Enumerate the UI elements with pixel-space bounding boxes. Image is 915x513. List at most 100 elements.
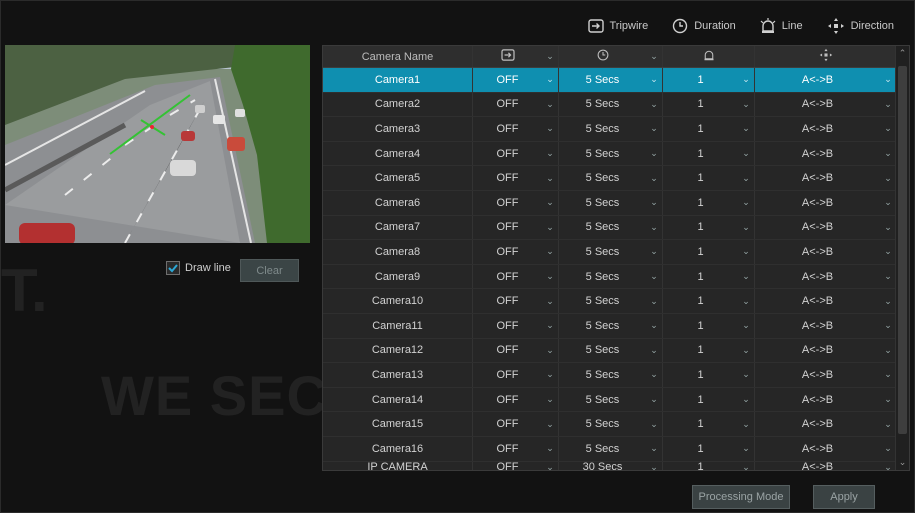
tripwire-select[interactable]: OFF ⌄: [473, 215, 559, 240]
line-select[interactable]: 1 ⌄: [663, 92, 755, 117]
line-select[interactable]: 1 ⌄: [663, 141, 755, 166]
tripwire-select[interactable]: OFF ⌄: [473, 264, 559, 289]
direction-select[interactable]: A<->B ⌄: [755, 339, 896, 363]
tripwire-select[interactable]: OFF ⌄: [473, 141, 559, 166]
line-select[interactable]: 1 ⌄: [663, 363, 755, 387]
duration-select[interactable]: 5 Secs ⌄: [559, 68, 663, 92]
duration-select[interactable]: 5 Secs ⌄: [559, 289, 663, 313]
duration-select[interactable]: 5 Secs ⌄: [559, 166, 663, 190]
direction-select[interactable]: A<->B ⌄: [755, 437, 896, 461]
direction-select[interactable]: A<->B ⌄: [755, 68, 896, 92]
direction-select[interactable]: A<->B ⌄: [755, 166, 896, 190]
header-camera-name[interactable]: Camera Name: [323, 46, 473, 67]
duration-select[interactable]: 5 Secs ⌄: [559, 264, 663, 289]
table-row[interactable]: Camera2 OFF ⌄ 5 Secs ⌄ 1 ⌄ A<->B ⌄: [323, 92, 909, 118]
direction-select[interactable]: A<->B ⌄: [755, 191, 896, 215]
tripwire-select[interactable]: OFF ⌄: [473, 289, 559, 313]
tripwire-select[interactable]: OFF ⌄: [473, 190, 559, 215]
tripwire-select[interactable]: OFF ⌄: [473, 68, 559, 92]
line-select[interactable]: 1 ⌄: [663, 289, 755, 313]
table-row[interactable]: Camera13 OFF ⌄ 5 Secs ⌄ 1 ⌄ A<->B ⌄: [323, 363, 909, 388]
table-row[interactable]: Camera1 OFF ⌄ 5 Secs ⌄ 1 ⌄ A<->B ⌄: [323, 68, 909, 93]
tripwire-select[interactable]: OFF ⌄: [473, 387, 559, 412]
processing-mode-button[interactable]: Processing Mode: [692, 485, 790, 509]
direction-select[interactable]: A<->B ⌄: [755, 388, 896, 412]
tripwire-select[interactable]: OFF ⌄: [473, 240, 559, 264]
table-row[interactable]: Camera5 OFF ⌄ 5 Secs ⌄ 1 ⌄ A<->B ⌄: [323, 166, 909, 191]
header-line[interactable]: [663, 46, 755, 67]
table-row[interactable]: Camera7 OFF ⌄ 5 Secs ⌄ 1 ⌄ A<->B ⌄: [323, 215, 909, 241]
duration-select[interactable]: 30 Secs ⌄: [559, 461, 663, 470]
header-tripwire[interactable]: ⌄: [473, 46, 559, 67]
line-select[interactable]: 1 ⌄: [663, 338, 755, 363]
table-scrollbar[interactable]: ⌃ ⌄: [895, 46, 909, 470]
duration-select[interactable]: 5 Secs ⌄: [559, 215, 663, 240]
header-duration[interactable]: ⌄: [559, 46, 663, 67]
scroll-down-icon[interactable]: ⌄: [897, 457, 908, 468]
table-row[interactable]: Camera3 OFF ⌄ 5 Secs ⌄ 1 ⌄ A<->B ⌄: [323, 117, 909, 142]
table-row[interactable]: Camera11 OFF ⌄ 5 Secs ⌄ 1 ⌄ A<->B ⌄: [323, 313, 909, 339]
tripwire-select[interactable]: OFF ⌄: [473, 117, 559, 141]
duration-select[interactable]: 5 Secs ⌄: [559, 190, 663, 215]
tripwire-select[interactable]: OFF ⌄: [473, 92, 559, 117]
table-row[interactable]: Camera9 OFF ⌄ 5 Secs ⌄ 1 ⌄ A<->B ⌄: [323, 264, 909, 290]
line-select[interactable]: 1 ⌄: [663, 117, 755, 141]
tripwire-select[interactable]: OFF ⌄: [473, 338, 559, 363]
tripwire-select[interactable]: OFF ⌄: [473, 166, 559, 190]
tripwire-select[interactable]: OFF ⌄: [473, 436, 559, 461]
clear-button[interactable]: Clear: [240, 259, 299, 282]
duration-select[interactable]: 5 Secs ⌄: [559, 387, 663, 412]
line-select[interactable]: 1 ⌄: [663, 461, 755, 470]
duration-select[interactable]: 5 Secs ⌄: [559, 117, 663, 141]
direction-select[interactable]: A<->B ⌄: [755, 240, 896, 264]
scrollbar-thumb[interactable]: [898, 66, 907, 434]
direction-select[interactable]: A<->B ⌄: [755, 265, 896, 289]
direction-select[interactable]: A<->B ⌄: [755, 289, 896, 313]
line-select[interactable]: 1 ⌄: [663, 215, 755, 240]
table-row[interactable]: IP CAMERA OFF ⌄ 30 Secs ⌄ 1 ⌄ A<->B ⌄: [323, 461, 909, 471]
direction-select[interactable]: A<->B ⌄: [755, 412, 896, 436]
table-row[interactable]: Camera4 OFF ⌄ 5 Secs ⌄ 1 ⌄ A<->B ⌄: [323, 141, 909, 167]
direction-select[interactable]: A<->B ⌄: [755, 93, 896, 117]
duration-select[interactable]: 5 Secs ⌄: [559, 363, 663, 387]
duration-select[interactable]: 5 Secs ⌄: [559, 92, 663, 117]
table-row[interactable]: Camera10 OFF ⌄ 5 Secs ⌄ 1 ⌄ A<->B ⌄: [323, 289, 909, 314]
line-select[interactable]: 1 ⌄: [663, 412, 755, 436]
line-select[interactable]: 1 ⌄: [663, 190, 755, 215]
direction-select[interactable]: A<->B ⌄: [755, 363, 896, 387]
table-row[interactable]: Camera6 OFF ⌄ 5 Secs ⌄ 1 ⌄ A<->B ⌄: [323, 190, 909, 216]
line-select[interactable]: 1 ⌄: [663, 387, 755, 412]
tripwire-select[interactable]: OFF ⌄: [473, 461, 559, 470]
line-select[interactable]: 1 ⌄: [663, 264, 755, 289]
table-row[interactable]: Camera8 OFF ⌄ 5 Secs ⌄ 1 ⌄ A<->B ⌄: [323, 240, 909, 265]
line-select[interactable]: 1 ⌄: [663, 68, 755, 92]
duration-select[interactable]: 5 Secs ⌄: [559, 412, 663, 436]
apply-button[interactable]: Apply: [813, 485, 875, 509]
line-select[interactable]: 1 ⌄: [663, 166, 755, 190]
duration-select[interactable]: 5 Secs ⌄: [559, 240, 663, 264]
tripwire-select[interactable]: OFF ⌄: [473, 313, 559, 338]
camera-preview[interactable]: [5, 45, 310, 243]
table-row[interactable]: Camera14 OFF ⌄ 5 Secs ⌄ 1 ⌄ A<->B ⌄: [323, 387, 909, 413]
direction-select[interactable]: A<->B ⌄: [755, 142, 896, 166]
draw-line-toggle[interactable]: Draw line: [166, 261, 231, 275]
table-row[interactable]: Camera12 OFF ⌄ 5 Secs ⌄ 1 ⌄ A<->B ⌄: [323, 338, 909, 364]
scroll-up-icon[interactable]: ⌃: [897, 48, 908, 59]
direction-select[interactable]: A<->B ⌄: [755, 462, 896, 471]
direction-select[interactable]: A<->B ⌄: [755, 216, 896, 240]
duration-select[interactable]: 5 Secs ⌄: [559, 313, 663, 338]
duration-select[interactable]: 5 Secs ⌄: [559, 436, 663, 461]
line-select[interactable]: 1 ⌄: [663, 313, 755, 338]
line-select[interactable]: 1 ⌄: [663, 240, 755, 264]
table-row[interactable]: Camera15 OFF ⌄ 5 Secs ⌄ 1 ⌄ A<->B ⌄: [323, 412, 909, 437]
draw-line-checkbox[interactable]: [166, 261, 180, 275]
direction-select[interactable]: A<->B ⌄: [755, 314, 896, 338]
direction-select[interactable]: A<->B ⌄: [755, 117, 896, 141]
tripwire-select[interactable]: OFF ⌄: [473, 363, 559, 387]
header-direction[interactable]: [755, 46, 896, 67]
tripwire-select[interactable]: OFF ⌄: [473, 412, 559, 436]
line-select[interactable]: 1 ⌄: [663, 436, 755, 461]
table-row[interactable]: Camera16 OFF ⌄ 5 Secs ⌄ 1 ⌄ A<->B ⌄: [323, 436, 909, 462]
duration-select[interactable]: 5 Secs ⌄: [559, 141, 663, 166]
duration-select[interactable]: 5 Secs ⌄: [559, 338, 663, 363]
